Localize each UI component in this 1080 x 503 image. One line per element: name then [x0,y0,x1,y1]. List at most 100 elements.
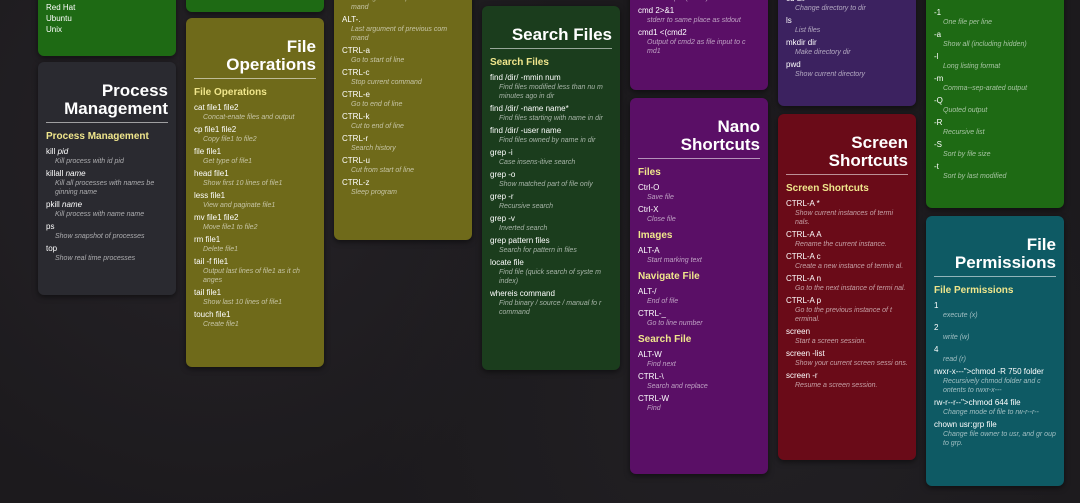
command-description: Find file (quick search of syste m index… [499,269,601,285]
command-name: Ctrl-X [638,205,659,214]
section-heading: File Operations [194,87,267,98]
command-name: CTRL-r [342,134,369,143]
command-description: Show current instances of termi nals. [795,210,894,226]
search-files-card: Search Files Search Files find /dir/ -mm… [482,6,620,370]
command-text: tail file1 [194,288,316,298]
command-description: Quoted output [943,107,988,114]
ls-options-card: -1 One file per line -a Show all (including… [926,0,1064,208]
section-heading: Search File [638,334,692,345]
file-operations-card: File Operations File Operations cat file… [186,18,324,367]
command-description: View and paginate file1 [203,202,276,209]
command-description: Show first 10 lines of file1 [203,180,283,187]
command-description: Show all (including hidden) [943,41,1027,48]
command-name: find /dir/ -user name [490,126,562,135]
title-line-1: Process [101,81,168,100]
entry-list: cd dir Change directory to dirlsList file… [786,0,908,79]
command-text: pkill name [46,200,168,210]
command-description: Show current directory [795,71,866,78]
command-description: Show your current screen sessi ons. [795,360,908,367]
command-description: Create file1 [203,321,239,328]
command-name: -a [934,30,942,39]
command-text: -l [934,52,1056,62]
command-text: grep pattern files [490,236,612,246]
command-description: End of file [647,298,679,305]
title-line-2: Shortcuts [680,135,760,154]
command-name: kill [46,147,58,156]
card-title: File Operations [194,38,316,79]
command-name: -m [934,74,944,83]
command-name: mkdir dir [786,38,817,47]
command-name: rm file1 [194,235,221,244]
command-description: stderr to same place as stdout [647,17,741,24]
command-name: CTRL-\ [638,372,664,381]
os-item: Ubuntu [46,14,72,23]
entry-list: cat file1 file2 Concat-enate files and ou… [194,103,316,329]
command-name: -t [934,162,939,171]
entry-list: -1 One file per line -a Show all (including… [934,8,1056,181]
entry-list: ALT-A Start marking text [638,246,760,265]
command-name: pkill [46,200,63,209]
entry-list: find /dir/ -mmin num Find files modified … [490,73,612,317]
command-text: grep -v [490,214,612,224]
command-text: killall name [46,169,168,179]
command-text: screen -r [786,371,908,381]
command-text: cat file1 file2 [194,103,316,113]
command-text: grep -i [490,148,612,158]
command-name: CTRL-u [342,156,371,165]
command-description: Last argument of previous com mand [351,26,448,42]
command-description: Find binary / source / manual fo r comma… [499,300,602,316]
command-description: Get type of file1 [203,158,253,165]
command-name: grep pattern files [490,236,550,245]
os-item: Red Hat [46,3,76,12]
command-description: List files [795,27,821,34]
command-text: screen -list [786,349,908,359]
command-description: Kill all processes with names be ginning… [55,180,155,196]
command-name: cp file1 file2 [194,125,237,134]
command-name: find /dir/ -name name* [490,104,569,113]
command-name: CTRL-A c [786,252,821,261]
command-text: mkdir dir [786,38,908,48]
command-name: CTRL-c [342,68,370,77]
section-heading: Navigate File [638,271,700,282]
command-name: chown usr:grp file [934,420,997,429]
command-name: pwd [786,60,801,69]
command-description: Resume a screen session. [795,382,878,389]
command-text: CTRL-c [342,68,464,78]
command-text: cp file1 file2 [194,125,316,135]
command-name: CTRL-a [342,46,371,55]
command-name: tail -f file1 [194,257,229,266]
screen-shortcuts-card: Screen Shortcuts Screen Shortcuts CTRL-A… [778,114,916,460]
command-text: find /dir/ -name name* [490,104,612,114]
command-text: screen [786,327,908,337]
title-line-1: File [286,37,316,56]
command-description: Inverted search [499,225,548,232]
command-text: -m [934,74,1056,84]
card-title: File Permissions [934,236,1056,277]
command-text: chown usr:grp file [934,420,1056,430]
command-text: ALT-A [638,246,760,256]
command-name: CTRL-k [342,112,370,121]
command-text: 4 [934,345,1056,355]
command-name: killall [46,169,66,178]
entry-list: Last argument of previous com mand ALT-. L… [342,0,464,197]
command-name: ALT-A [638,246,660,255]
command-text: -S [934,140,1056,150]
command-description: read (r) [943,356,966,363]
command-name: rwxr-x---">chmod -R 750 folder [934,367,1044,376]
command-description: Error output (stderr) of cmd to fil e [638,0,760,3]
title-line-2: Shortcuts [828,151,908,170]
command-description: Change mode of file to rw-r--r-- [943,409,1039,416]
redirection-card: Error output (stderr) of cmd to fil e cmd… [630,0,768,90]
command-text: CTRL-A p [786,296,908,306]
command-name: cmd1 <(cmd2 [638,28,687,37]
command-description: Go to the previous instance of t erminal… [795,307,892,323]
title-line-2: Operations [226,55,316,74]
command-description: Change directory to dir [795,5,866,12]
command-description: Find files owned by name in dir [499,137,596,144]
command-text: ALT-W [638,350,760,360]
command-name: ALT-. [342,15,361,24]
command-description: Make directory dir [795,49,851,56]
file-permissions-card: File Permissions File Permissions 1 execu… [926,216,1064,486]
command-description: Move file1 to file2 [203,224,258,231]
process-management-card: Process Management Process Management ki… [38,62,176,295]
